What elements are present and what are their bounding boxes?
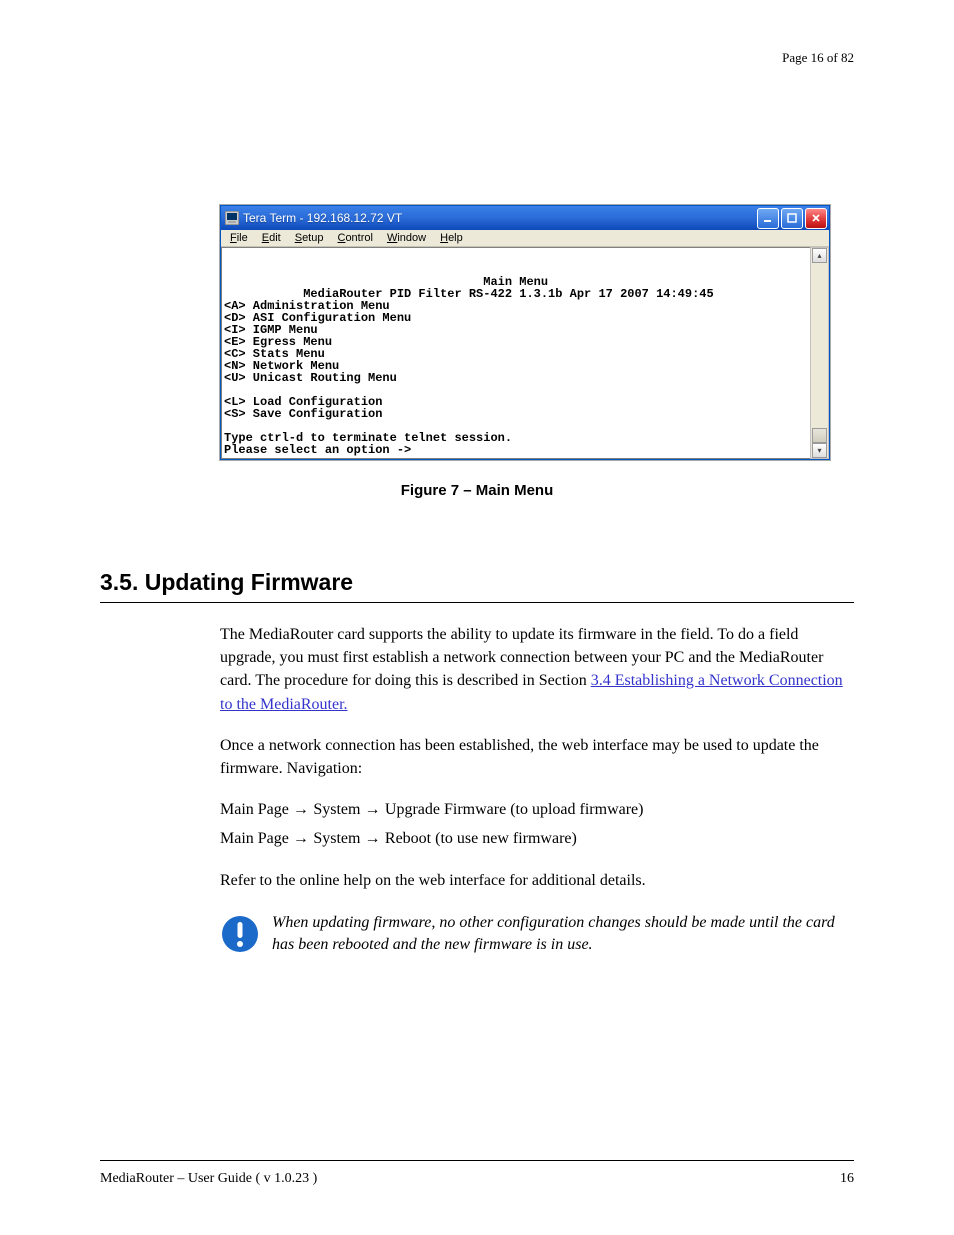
terminal-output[interactable]: Main Menu MediaRouter PID Filter RS-422 … — [221, 247, 810, 459]
vertical-scrollbar[interactable]: ▴ ▾ — [810, 247, 829, 459]
maximize-button[interactable] — [781, 208, 803, 229]
close-button[interactable] — [805, 208, 827, 229]
nav-path-1: Main Page → System → Upgrade Firmware (t… — [220, 798, 854, 821]
page-footer: MediaRouter – User Guide ( v 1.0.23 ) 16 — [100, 1160, 854, 1187]
section-title: Updating Firmware — [145, 569, 353, 595]
scroll-thumb[interactable] — [812, 428, 827, 443]
body-paragraph-2: Once a network connection has been estab… — [220, 734, 854, 780]
arrow-right-icon: → — [293, 830, 313, 847]
body-paragraph-1: The MediaRouter card supports the abilit… — [220, 623, 854, 716]
notice-text: When updating firmware, no other configu… — [272, 912, 854, 957]
menu-control[interactable]: Control — [332, 231, 377, 245]
arrow-right-icon: → — [364, 830, 384, 847]
window-title: Tera Term - 192.168.12.72 VT — [243, 211, 757, 225]
menu-window[interactable]: Window — [382, 231, 431, 245]
teraterm-window: Tera Term - 192.168.12.72 VT File Edit — [220, 205, 830, 460]
footer-left: MediaRouter – User Guide ( v 1.0.23 ) — [100, 1171, 317, 1187]
footer-page-number: 16 — [840, 1171, 854, 1187]
nav-path-2: Main Page → System → Reboot (to use new … — [220, 827, 854, 850]
alert-icon — [220, 914, 260, 961]
menu-file[interactable]: File — [225, 231, 253, 245]
section-heading: 3.5. Updating Firmware — [100, 569, 854, 603]
menu-edit[interactable]: Edit — [257, 231, 286, 245]
figure-caption: Figure 7 – Main Menu — [100, 482, 854, 499]
menu-setup[interactable]: Setup — [290, 231, 329, 245]
arrow-right-icon: → — [293, 801, 313, 818]
page-header-number: Page 16 of 82 — [782, 50, 854, 66]
section-number: 3.5. — [100, 569, 138, 595]
menubar: File Edit Setup Control Window Help — [221, 230, 829, 247]
scroll-down-button[interactable]: ▾ — [812, 443, 827, 458]
menu-help[interactable]: Help — [435, 231, 468, 245]
minimize-button[interactable] — [757, 208, 779, 229]
scroll-up-button[interactable]: ▴ — [812, 248, 827, 263]
terminal-icon — [225, 211, 239, 225]
arrow-right-icon: → — [364, 801, 384, 818]
notice-block: When updating firmware, no other configu… — [220, 912, 854, 961]
body-paragraph-3: Refer to the online help on the web inte… — [220, 869, 854, 892]
window-titlebar: Tera Term - 192.168.12.72 VT — [221, 206, 829, 230]
